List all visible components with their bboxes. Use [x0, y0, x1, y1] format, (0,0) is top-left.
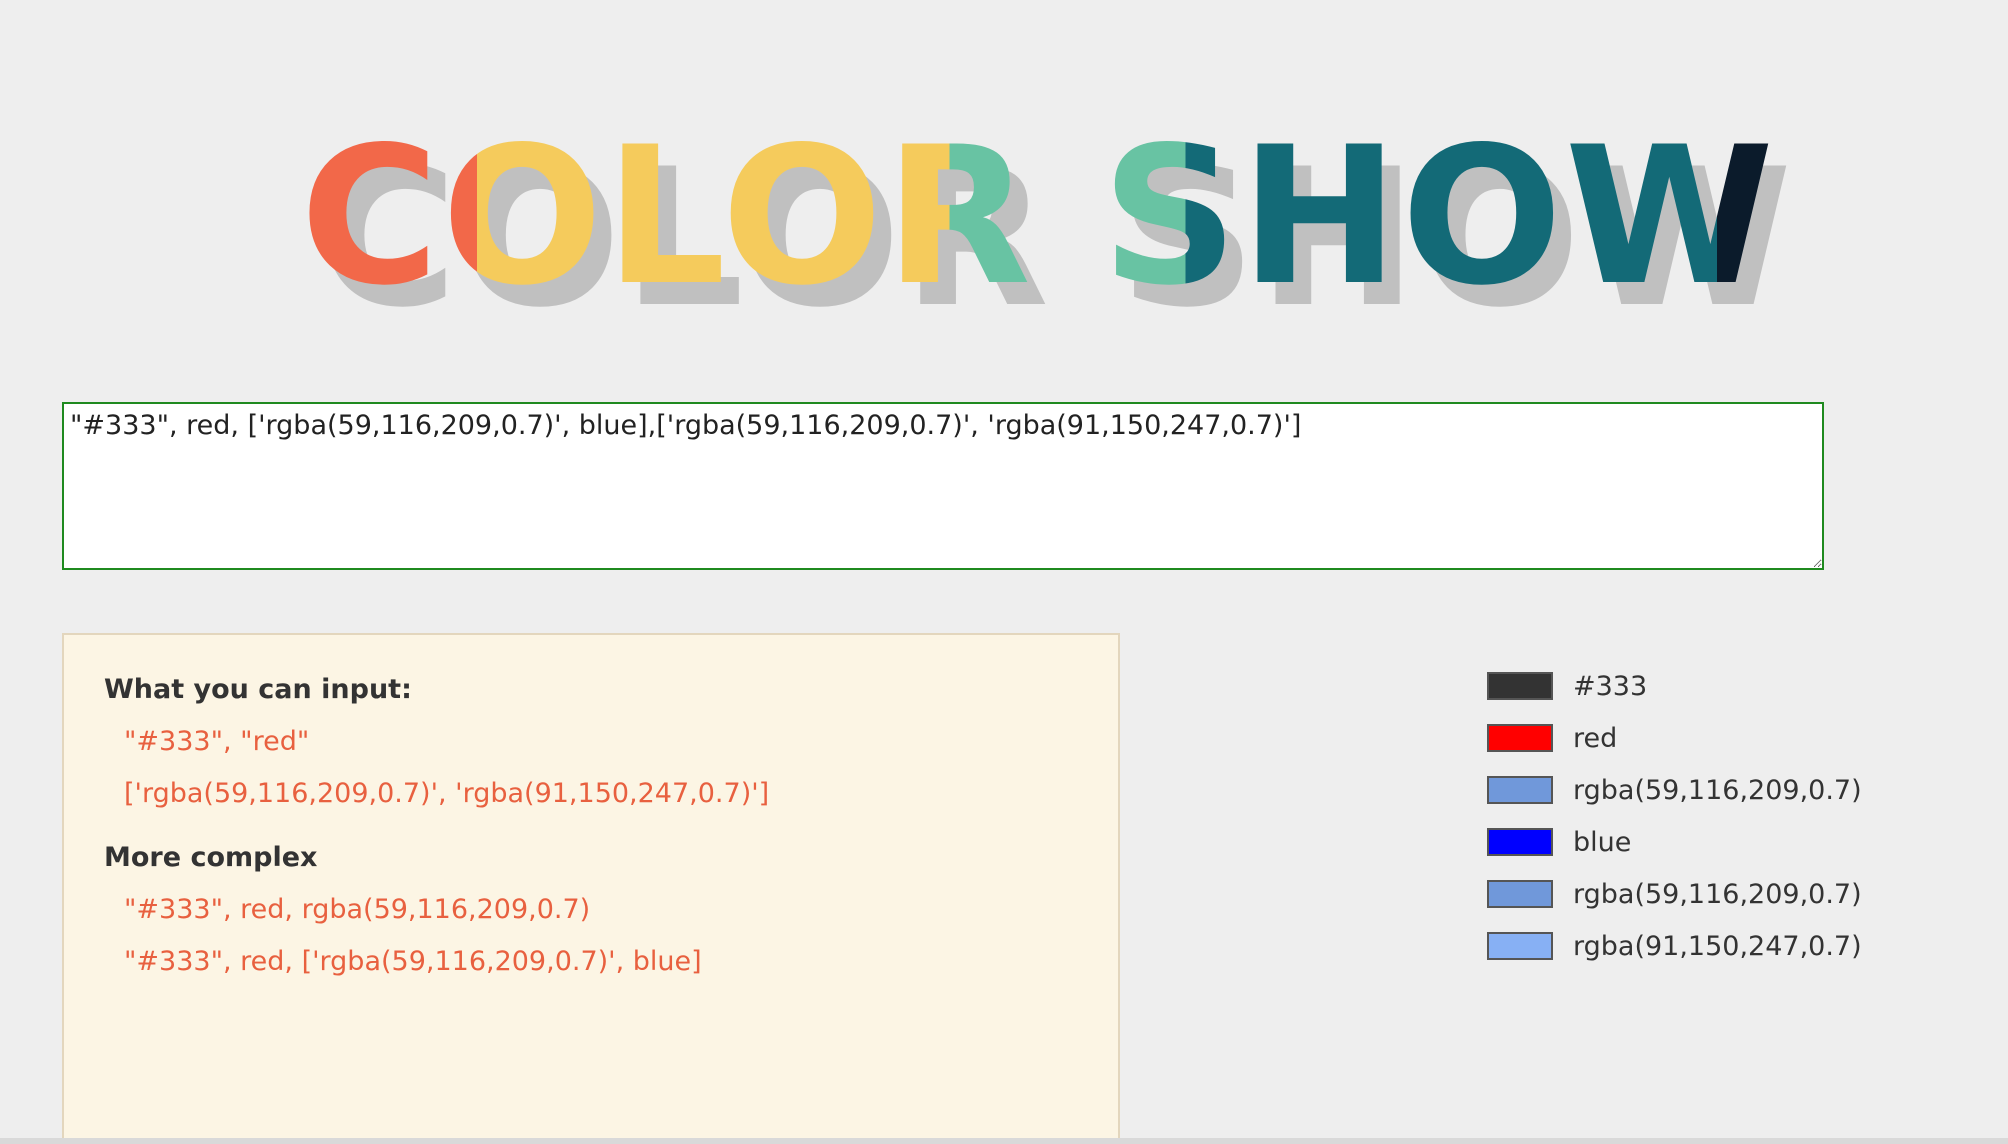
color-swatch	[1487, 880, 1553, 908]
color-swatch	[1487, 724, 1553, 752]
swatch-row: rgba(59,116,209,0.7)	[1487, 868, 1967, 920]
swatch-label: blue	[1573, 826, 1632, 858]
color-swatch	[1487, 828, 1553, 856]
example-simple[interactable]: "#333", "red"	[124, 725, 1078, 759]
title-logo: COLOR SHOW COLOR SHOW	[300, 106, 1792, 349]
help-panel: What you can input: "#333", "red" ['rgba…	[62, 633, 1120, 1144]
example-array[interactable]: ['rgba(59,116,209,0.7)', 'rgba(91,150,24…	[124, 777, 1078, 811]
help-heading-complex: More complex	[104, 842, 318, 873]
swatch-row: blue	[1487, 816, 1967, 868]
example-complex-2[interactable]: "#333", red, ['rgba(59,116,209,0.7)', bl…	[124, 945, 1078, 979]
color-swatch	[1487, 776, 1553, 804]
swatch-row: rgba(91,150,247,0.7)	[1487, 920, 1967, 972]
example-complex-1[interactable]: "#333", red, rgba(59,116,209,0.7)	[124, 893, 1078, 927]
title-text: COLOR SHOW	[300, 106, 1776, 327]
swatch-label: #333	[1573, 670, 1648, 702]
page-title: COLOR SHOW COLOR SHOW	[300, 106, 1792, 349]
color-swatch	[1487, 932, 1553, 960]
swatch-row: rgba(59,116,209,0.7)	[1487, 764, 1967, 816]
swatch-label: rgba(59,116,209,0.7)	[1573, 774, 1862, 806]
help-heading-input: What you can input:	[104, 674, 412, 705]
bottom-scrollbar[interactable]	[0, 1138, 2008, 1144]
swatch-row: #333	[1487, 660, 1967, 712]
swatch-label: rgba(59,116,209,0.7)	[1573, 878, 1862, 910]
color-swatch	[1487, 672, 1553, 700]
swatch-list: #333 red rgba(59,116,209,0.7) blue rgba(…	[1487, 660, 1967, 972]
swatch-label: red	[1573, 722, 1618, 754]
color-show-page: COLOR SHOW COLOR SHOW What you can input…	[0, 0, 2008, 1144]
swatch-label: rgba(91,150,247,0.7)	[1573, 930, 1862, 962]
color-input-field[interactable]	[62, 402, 1824, 570]
swatch-row: red	[1487, 712, 1967, 764]
